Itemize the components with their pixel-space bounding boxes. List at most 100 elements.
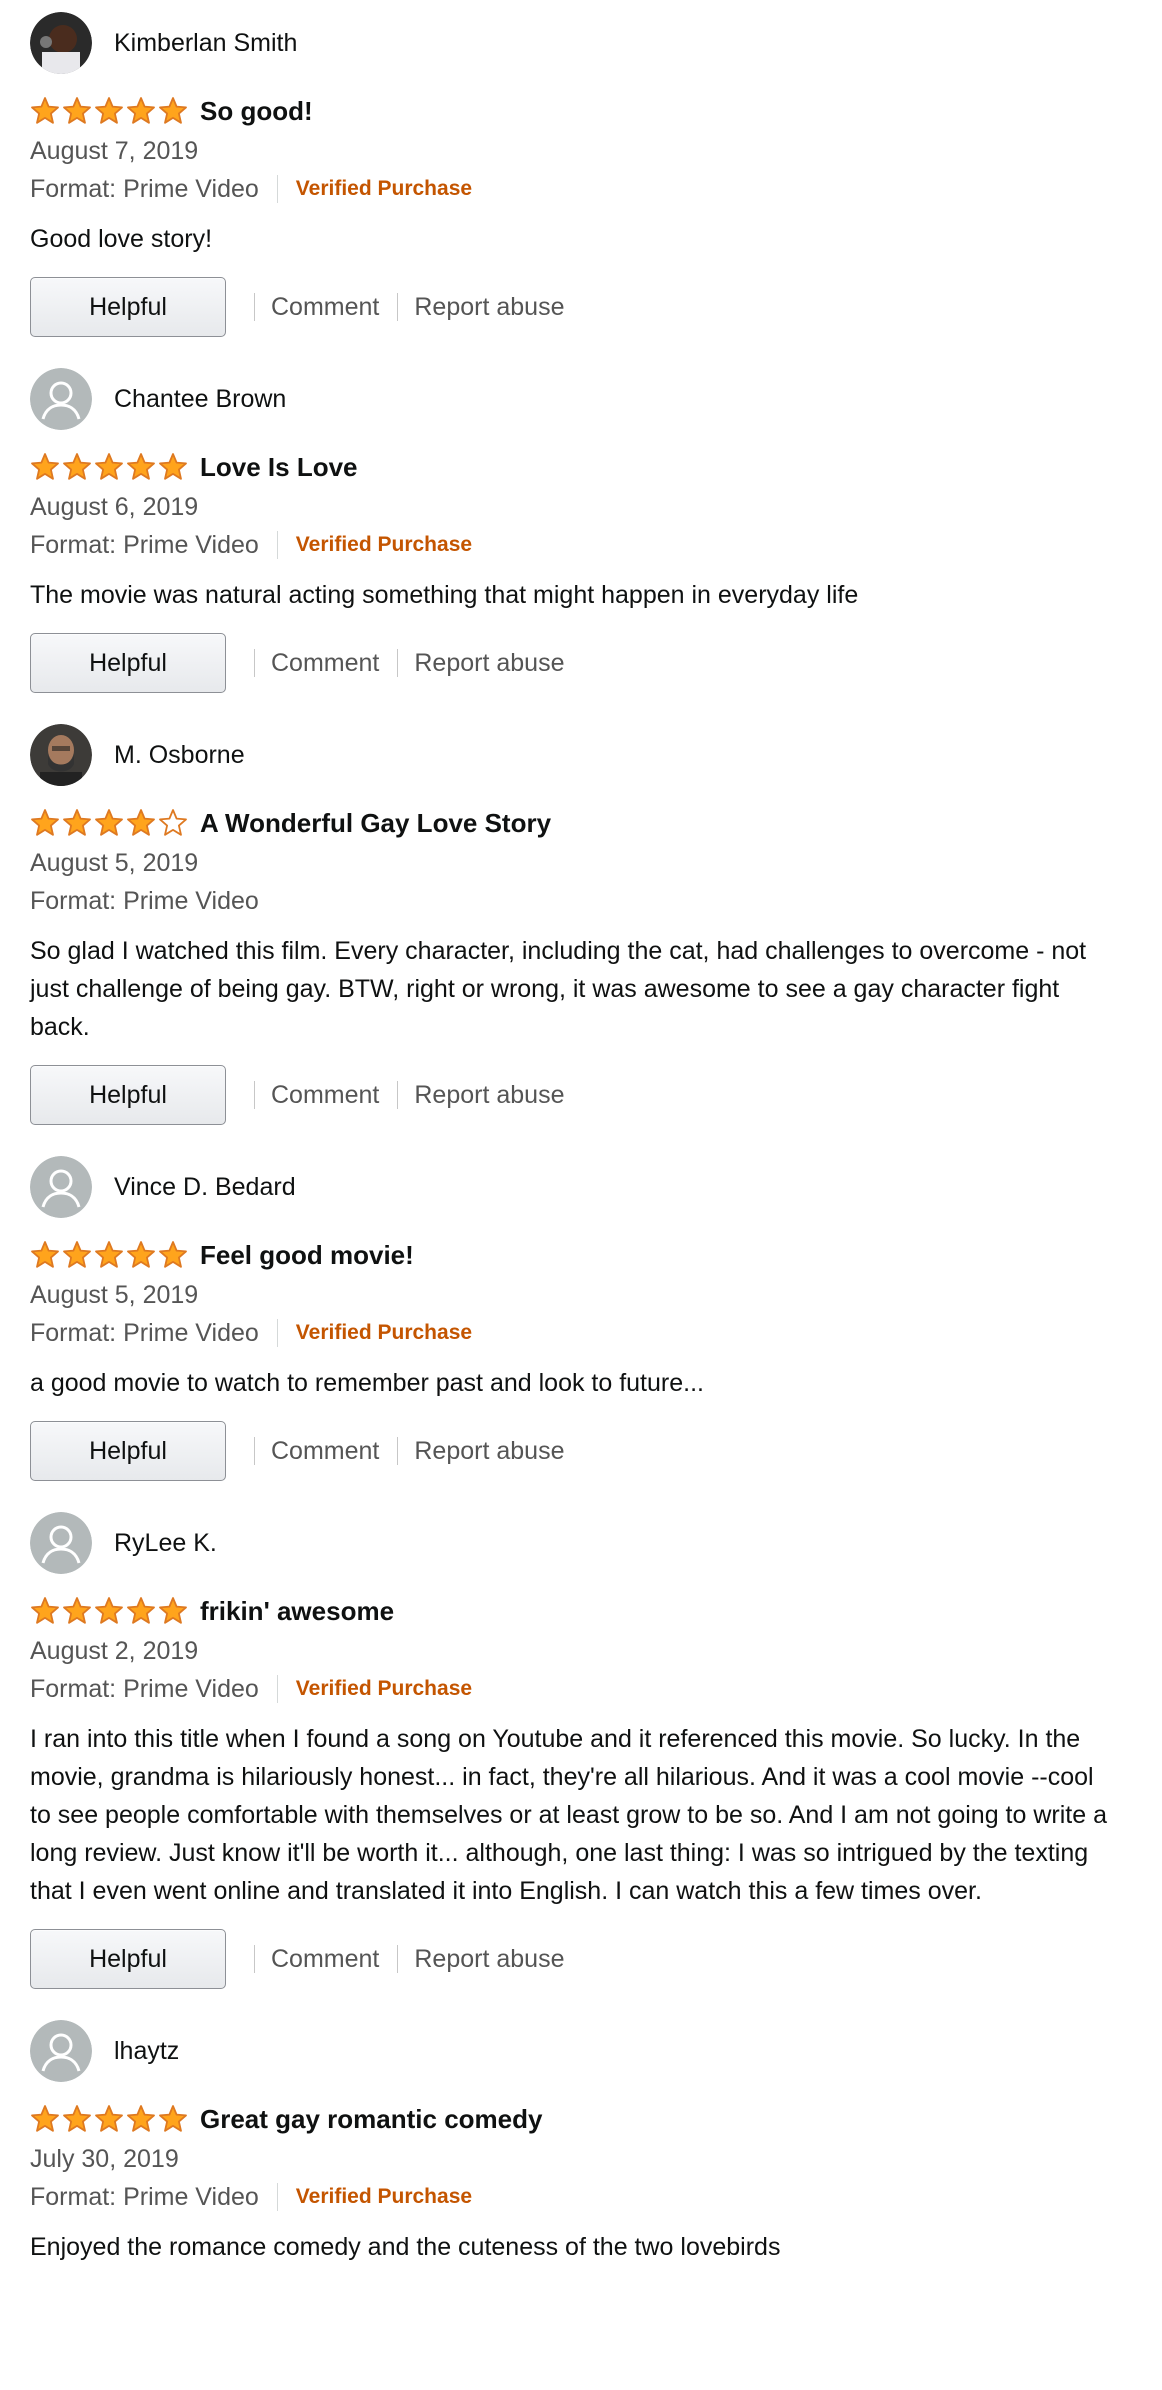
comment-link[interactable]: Comment — [271, 293, 379, 322]
default-user-icon — [30, 2020, 92, 2082]
avatar[interactable] — [30, 724, 92, 786]
review-title[interactable]: Feel good movie! — [200, 1240, 414, 1271]
review-format: Format: Prime Video — [30, 174, 259, 203]
review-title[interactable]: Great gay romantic comedy — [200, 2104, 542, 2135]
review-body: The movie was natural acting something t… — [30, 581, 859, 609]
comment-link[interactable]: Comment — [271, 1081, 379, 1110]
star-filled-icon — [127, 453, 155, 480]
reviewer-profile[interactable]: Vince D. Bedard — [30, 1156, 1162, 1218]
reviewer-name[interactable]: Vince D. Bedard — [114, 1173, 296, 1202]
star-filled-icon — [95, 1241, 123, 1268]
comment-link[interactable]: Comment — [271, 649, 379, 678]
star-rating[interactable] — [30, 1596, 188, 1626]
review-title[interactable]: Love Is Love — [200, 452, 358, 483]
report-abuse-link[interactable]: Report abuse — [414, 293, 564, 322]
reviewer-name[interactable]: Chantee Brown — [114, 385, 286, 414]
reviewer-profile[interactable]: RyLee K. — [30, 1512, 1162, 1574]
star-filled-icon — [127, 2105, 155, 2132]
star-filled-icon — [127, 97, 155, 124]
avatar[interactable] — [30, 1156, 92, 1218]
rating-row: A Wonderful Gay Love Story — [30, 806, 1162, 840]
divider — [397, 1437, 399, 1465]
star-filled-icon — [31, 1597, 59, 1624]
star-filled-icon — [159, 2105, 187, 2132]
review-date: August 5, 2019 — [30, 1281, 199, 1309]
star-rating[interactable] — [30, 452, 188, 482]
report-abuse-link[interactable]: Report abuse — [414, 1945, 564, 1974]
reviewer-name[interactable]: RyLee K. — [114, 1529, 217, 1558]
default-user-icon — [30, 1512, 92, 1574]
comment-link[interactable]: Comment — [271, 1945, 379, 1974]
review: Vince D. Bedard Feel good movie! August … — [30, 1156, 1162, 1482]
review-title[interactable]: So good! — [200, 96, 313, 127]
star-rating[interactable] — [30, 2104, 188, 2134]
review-actions: Helpful Comment Report abuse — [30, 1420, 1162, 1482]
format-row: Format: Prime Video Verified Purchase — [30, 528, 1162, 562]
rating-row: Feel good movie! — [30, 1238, 1162, 1272]
star-filled-icon — [159, 97, 187, 124]
default-user-icon — [30, 368, 92, 430]
review-format: Format: Prime Video — [30, 1674, 259, 1703]
star-filled-icon — [63, 453, 91, 480]
verified-purchase-badge: Verified Purchase — [295, 2185, 473, 2208]
avatar[interactable] — [30, 368, 92, 430]
format-row: Format: Prime Video Verified Purchase — [30, 1316, 1162, 1350]
reviewer-profile[interactable]: Kimberlan Smith — [30, 12, 1162, 74]
star-rating[interactable] — [30, 96, 188, 126]
star-filled-icon — [159, 453, 187, 480]
star-rating[interactable] — [30, 808, 188, 838]
divider — [254, 1945, 255, 1973]
verified-purchase-badge: Verified Purchase — [295, 533, 473, 556]
reviewer-profile[interactable]: M. Osborne — [30, 724, 1162, 786]
avatar[interactable] — [30, 2020, 92, 2082]
review-title[interactable]: A Wonderful Gay Love Story — [200, 808, 551, 839]
reviewer-profile[interactable]: Chantee Brown — [30, 368, 1162, 430]
divider — [397, 1081, 399, 1109]
rating-row: Great gay romantic comedy — [30, 2102, 1162, 2136]
comment-link[interactable]: Comment — [271, 1437, 379, 1466]
helpful-button[interactable]: Helpful — [30, 277, 226, 337]
report-abuse-link[interactable]: Report abuse — [414, 1081, 564, 1110]
star-filled-icon — [95, 453, 123, 480]
star-filled-icon — [95, 809, 123, 836]
divider — [254, 1081, 255, 1109]
divider — [276, 2183, 278, 2211]
review: lhaytz Great gay romantic comedy July 30… — [30, 2020, 1162, 2266]
divider — [276, 175, 278, 203]
review-date: August 6, 2019 — [30, 493, 199, 521]
star-empty-icon — [159, 809, 187, 836]
reviewer-name[interactable]: Kimberlan Smith — [114, 29, 297, 58]
review-body: a good movie to watch to remember past a… — [30, 1369, 704, 1397]
helpful-button[interactable]: Helpful — [30, 1065, 226, 1125]
helpful-button[interactable]: Helpful — [30, 1421, 226, 1481]
star-rating[interactable] — [30, 1240, 188, 1270]
star-filled-icon — [159, 1597, 187, 1624]
reviewer-profile[interactable]: lhaytz — [30, 2020, 1162, 2082]
review: Chantee Brown Love Is Love August 6, 201… — [30, 368, 1162, 694]
star-filled-icon — [31, 453, 59, 480]
avatar[interactable] — [30, 1512, 92, 1574]
report-abuse-link[interactable]: Report abuse — [414, 649, 564, 678]
review: Kimberlan Smith So good! August 7, 2019 … — [30, 12, 1162, 338]
reviewer-name[interactable]: lhaytz — [114, 2037, 179, 2066]
user-photo-icon — [30, 12, 92, 74]
review-actions: Helpful Comment Report abuse — [30, 1064, 1162, 1126]
star-filled-icon — [31, 1241, 59, 1268]
review-actions: Helpful Comment Report abuse — [30, 276, 1162, 338]
review-actions: Helpful Comment Report abuse — [30, 1928, 1162, 1990]
star-filled-icon — [127, 1597, 155, 1624]
avatar[interactable] — [30, 12, 92, 74]
divider — [397, 649, 399, 677]
star-filled-icon — [95, 2105, 123, 2132]
divider — [276, 1675, 278, 1703]
divider — [254, 1437, 255, 1465]
helpful-button[interactable]: Helpful — [30, 633, 226, 693]
divider — [276, 1319, 278, 1347]
format-row: Format: Prime Video Verified Purchase — [30, 172, 1162, 206]
report-abuse-link[interactable]: Report abuse — [414, 1437, 564, 1466]
reviewer-name[interactable]: M. Osborne — [114, 741, 245, 770]
review-title[interactable]: frikin' awesome — [200, 1596, 394, 1627]
divider — [276, 531, 278, 559]
star-filled-icon — [31, 97, 59, 124]
helpful-button[interactable]: Helpful — [30, 1929, 226, 1989]
